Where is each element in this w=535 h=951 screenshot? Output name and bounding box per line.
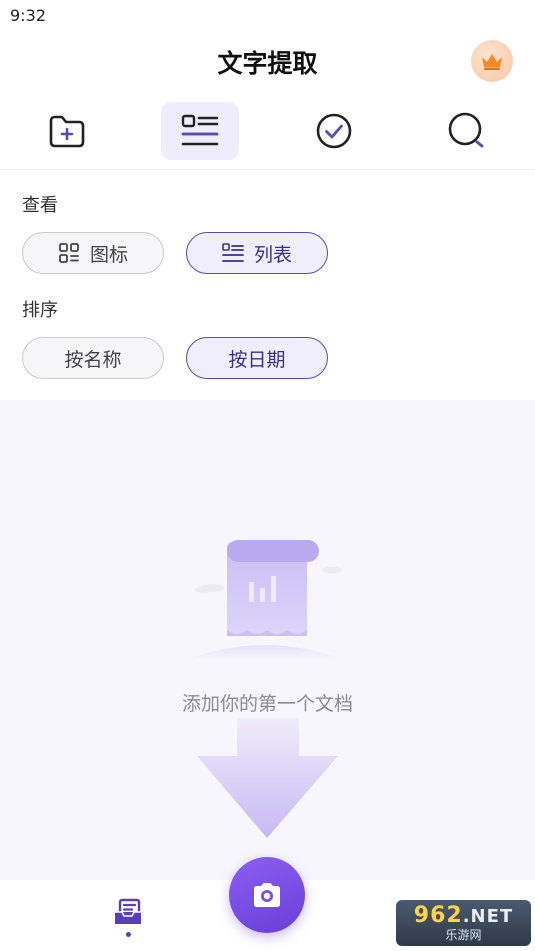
list-view-button[interactable]: [161, 102, 239, 160]
view-section-label: 查看: [22, 195, 58, 216]
watermark-subtext: 乐游网: [445, 927, 482, 942]
new-folder-icon: [49, 115, 85, 148]
select-button[interactable]: [295, 102, 373, 160]
document-list-area: 添加你的第一个文档: [0, 400, 535, 880]
grid-icon: [59, 243, 79, 263]
search-button[interactable]: [428, 102, 506, 160]
view-option-icons[interactable]: 图标: [22, 232, 164, 274]
view-option-icons-label: 图标: [89, 243, 128, 266]
watermark-logo: 962.NET 乐游网: [396, 900, 531, 946]
nav-documents-tab[interactable]: [108, 898, 148, 944]
status-time: 9:32: [10, 6, 46, 25]
view-options-panel: 查看 图标 列表 排序 按名称 按日期: [0, 170, 535, 400]
vip-crown-button[interactable]: [471, 40, 513, 82]
camera-icon: [254, 883, 280, 907]
sort-by-name-label: 按名称: [64, 348, 122, 371]
camera-button[interactable]: [229, 857, 305, 933]
documents-icon: [115, 898, 141, 924]
watermark-net: .NET: [462, 905, 514, 927]
watermark-main-text: 962.NET: [413, 902, 514, 928]
sort-by-name[interactable]: 按名称: [22, 337, 164, 379]
sort-section-label: 排序: [22, 300, 58, 321]
sort-by-date[interactable]: 按日期: [186, 337, 328, 379]
select-check-icon: [316, 113, 352, 149]
toolbar: [0, 100, 535, 164]
view-option-list-label: 列表: [253, 243, 292, 266]
active-tab-indicator: [125, 932, 131, 937]
watermark-number: 962: [413, 902, 463, 928]
new-folder-button[interactable]: [28, 102, 106, 160]
view-option-list[interactable]: 列表: [186, 232, 328, 274]
list-icon: [222, 243, 244, 262]
search-icon: [448, 112, 484, 148]
list-view-icon: [181, 114, 219, 146]
status-bar: 9:32: [0, 0, 535, 30]
sort-by-date-label: 按日期: [228, 348, 286, 371]
empty-document-illustration: [185, 540, 345, 660]
arrow-down-icon: [197, 718, 338, 838]
empty-state-message: 添加你的第一个文档: [181, 693, 353, 715]
header: 文字提取: [0, 30, 535, 92]
crown-icon: [482, 54, 502, 70]
page-title: 文字提取: [217, 49, 318, 78]
